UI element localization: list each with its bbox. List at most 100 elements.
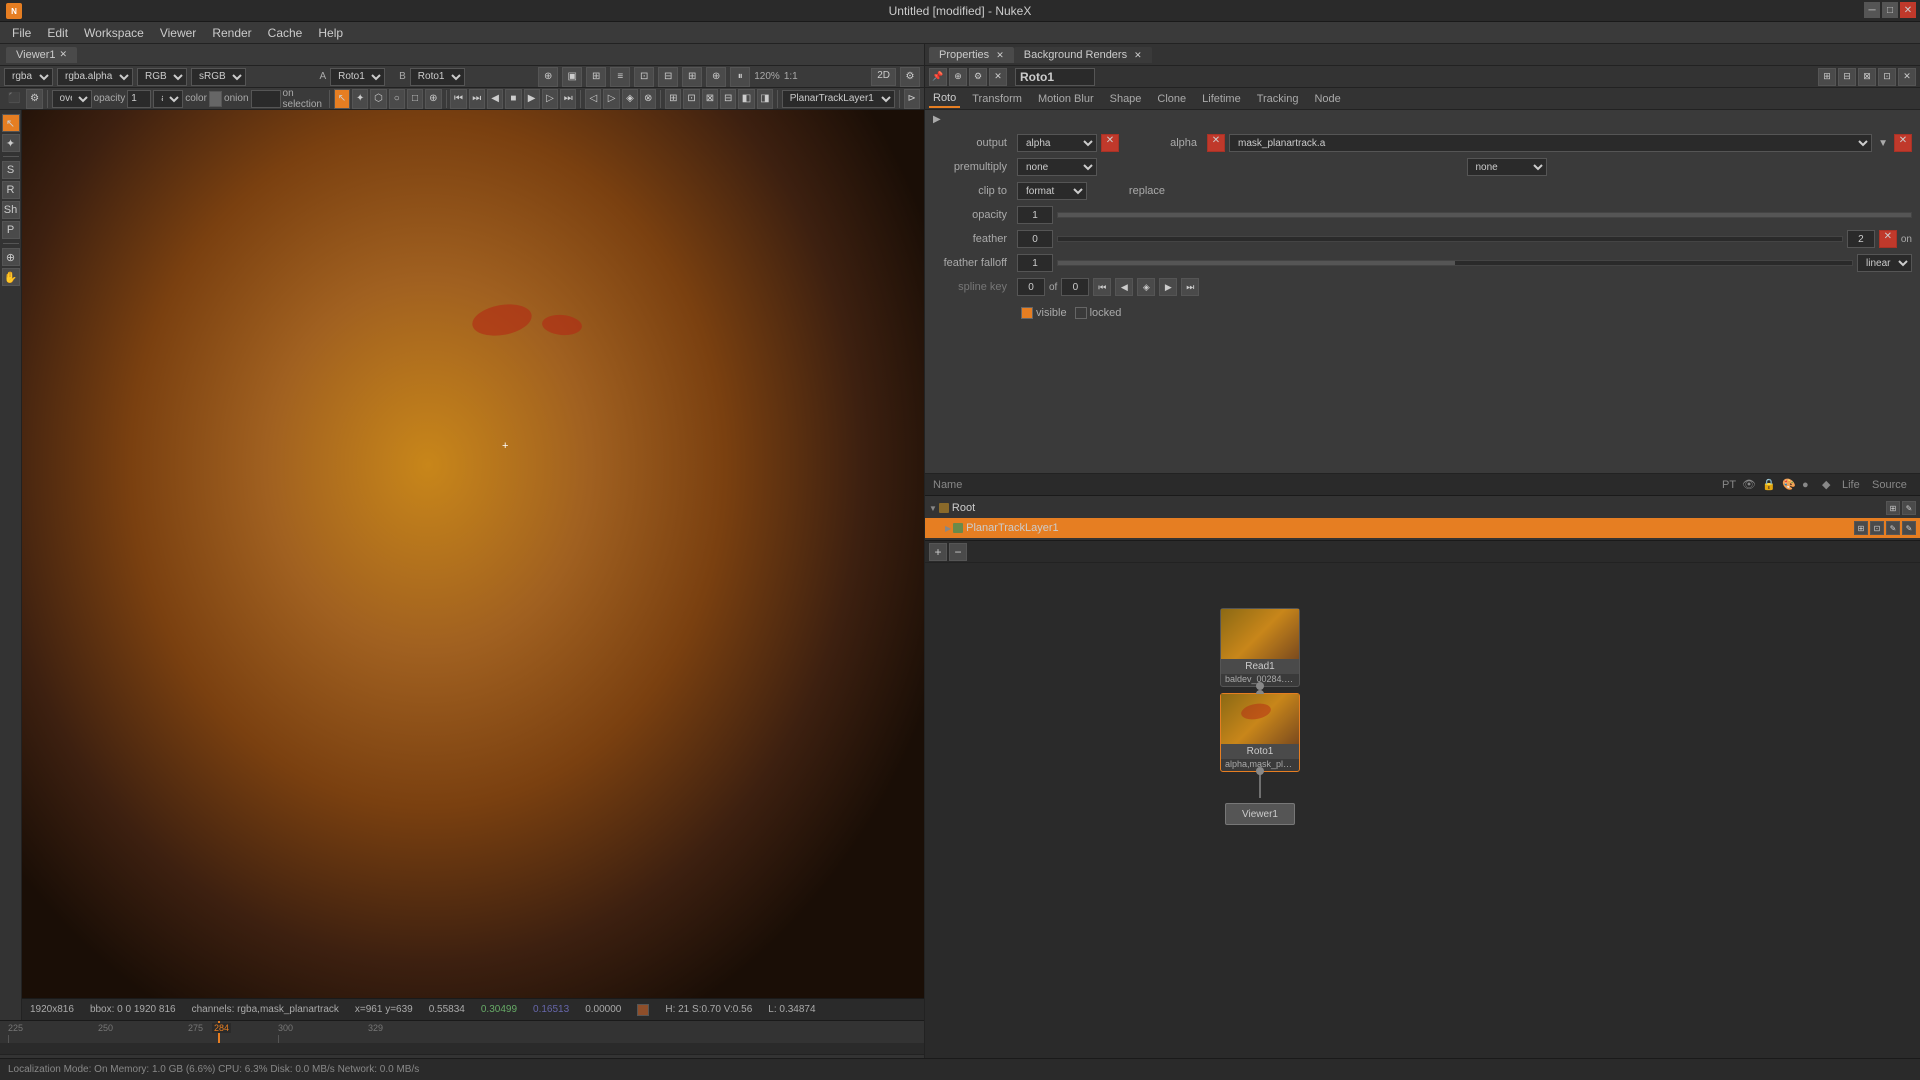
close-button[interactable]: ✕ bbox=[1900, 2, 1916, 18]
viewer-icon-8[interactable]: ⊕ bbox=[706, 67, 726, 87]
all-select[interactable]: all bbox=[153, 90, 183, 108]
roto-zoom-100[interactable]: ⊡ bbox=[683, 89, 699, 109]
premultiply-select-2[interactable]: none bbox=[1467, 158, 1547, 176]
viewer-icon-pause[interactable]: ⏸ bbox=[730, 67, 750, 87]
roto-subtab-lifetime[interactable]: Lifetime bbox=[1198, 91, 1245, 107]
tool-hand[interactable]: ✋ bbox=[2, 268, 20, 286]
tool-5[interactable]: Sh bbox=[2, 201, 20, 219]
roto-b-select[interactable]: Roto1 bbox=[410, 68, 465, 86]
roto-zoom-fit[interactable]: ⊞ bbox=[665, 89, 681, 109]
node-name-input[interactable] bbox=[1015, 68, 1095, 86]
menu-workspace[interactable]: Workspace bbox=[76, 24, 152, 42]
roto-a-select[interactable]: Roto1 bbox=[330, 68, 385, 86]
color-swatch[interactable] bbox=[209, 91, 222, 107]
props-copy[interactable]: ⊕ bbox=[949, 68, 967, 86]
roto-stop[interactable]: ■ bbox=[505, 89, 521, 109]
minimize-button[interactable]: ─ bbox=[1864, 2, 1880, 18]
roto1-node[interactable]: Roto1 alpha,mask_planartrack bbox=[1220, 693, 1300, 772]
props-icon4[interactable]: ⊡ bbox=[1878, 68, 1896, 86]
viewer-icon-7[interactable]: ⊞ bbox=[682, 67, 702, 87]
roto-zoom-50[interactable]: ⊠ bbox=[702, 89, 718, 109]
layer1-btn-2[interactable]: ⊡ bbox=[1870, 521, 1884, 535]
roto-play-fwd[interactable]: ▶ bbox=[524, 89, 540, 109]
tool-3[interactable]: S bbox=[2, 161, 20, 179]
opacity-slider[interactable] bbox=[1057, 212, 1912, 218]
alpha-channel-select[interactable]: rgba.alpha bbox=[57, 68, 133, 86]
props-tab-close[interactable]: ✕ bbox=[996, 50, 1004, 60]
layer1-btn-1[interactable]: ⊞ bbox=[1854, 521, 1868, 535]
roto-subtab-clone[interactable]: Clone bbox=[1153, 91, 1190, 107]
roto-tool-2[interactable]: ✦ bbox=[352, 89, 368, 109]
viewer-icon-4[interactable]: ≡ bbox=[610, 67, 630, 87]
props-tab-properties[interactable]: Properties ✕ bbox=[929, 47, 1014, 63]
name-del-btn[interactable]: − bbox=[949, 543, 967, 561]
roto-frame-in[interactable]: ◧ bbox=[738, 89, 754, 109]
props-gear[interactable]: ⚙ bbox=[969, 68, 987, 86]
roto-subtab-shape[interactable]: Shape bbox=[1106, 91, 1146, 107]
clip-to-select[interactable]: format bbox=[1017, 182, 1087, 200]
roto-subtab-roto[interactable]: Roto bbox=[929, 90, 960, 108]
menu-edit[interactable]: Edit bbox=[39, 24, 76, 42]
roto-subtab-tracking[interactable]: Tracking bbox=[1253, 91, 1303, 107]
alpha-x-btn[interactable]: ✕ bbox=[1207, 134, 1225, 152]
roto-frame-out[interactable]: ◨ bbox=[757, 89, 773, 109]
roto-next-key[interactable]: ▷ bbox=[603, 89, 619, 109]
tree-layer1[interactable]: ▶ PlanarTrackLayer1 ⊞ ⊡ ✎ ✎ bbox=[925, 518, 1920, 538]
expand-arrow[interactable]: ▶ bbox=[933, 114, 941, 125]
menu-viewer[interactable]: Viewer bbox=[152, 24, 204, 42]
spline-total-input[interactable] bbox=[1061, 278, 1089, 296]
roto-export[interactable]: ⊳ bbox=[904, 89, 920, 109]
roto-play-last[interactable]: ⏭ bbox=[560, 89, 576, 109]
viewer1-tab-close[interactable]: ✕ bbox=[60, 49, 68, 60]
tool-4[interactable]: R bbox=[2, 181, 20, 199]
roto-step-back[interactable]: ◀ bbox=[487, 89, 503, 109]
opacity-num-input[interactable] bbox=[1017, 206, 1053, 224]
tool-6[interactable]: P bbox=[2, 221, 20, 239]
read1-output-conn[interactable] bbox=[1256, 682, 1264, 690]
roto1-output-conn[interactable] bbox=[1256, 767, 1264, 775]
read1-node[interactable]: Read1 baldev_00284.png bbox=[1220, 608, 1300, 687]
menu-file[interactable]: File bbox=[4, 24, 39, 42]
roto-tool-clone[interactable]: ⊕ bbox=[425, 89, 441, 109]
rgba-select[interactable]: rgba bbox=[4, 68, 53, 86]
viewer-icon-6[interactable]: ⊟ bbox=[658, 67, 678, 87]
roto-subtab-transform[interactable]: Transform bbox=[968, 91, 1026, 107]
root-btn-2[interactable]: ✎ bbox=[1902, 501, 1916, 515]
menu-render[interactable]: Render bbox=[204, 24, 259, 42]
roto-tool-4[interactable]: ○ bbox=[389, 89, 405, 109]
feather-slider[interactable] bbox=[1057, 236, 1843, 242]
viewer-icon-3[interactable]: ⊞ bbox=[586, 67, 606, 87]
spline-next[interactable]: ▶ bbox=[1159, 278, 1177, 296]
props-tab-bg-renders[interactable]: Background Renders ✕ bbox=[1014, 47, 1152, 63]
roto-prev-key[interactable]: ◁ bbox=[585, 89, 601, 109]
tree-root[interactable]: ▼ Root ⊞ ✎ bbox=[925, 498, 1920, 518]
visible-checkbox[interactable] bbox=[1021, 307, 1033, 319]
roto-lock-view[interactable]: ⊟ bbox=[720, 89, 736, 109]
roto-subtab-motionblur[interactable]: Motion Blur bbox=[1034, 91, 1098, 107]
colorspace-select[interactable]: sRGB bbox=[191, 68, 246, 86]
props-close[interactable]: ✕ bbox=[989, 68, 1007, 86]
roto-del-key[interactable]: ⊗ bbox=[640, 89, 656, 109]
timeline-track[interactable] bbox=[0, 1043, 924, 1054]
viewer1-node[interactable]: Viewer1 bbox=[1225, 803, 1295, 825]
spline-prev[interactable]: ◀ bbox=[1115, 278, 1133, 296]
maximize-button[interactable]: □ bbox=[1882, 2, 1898, 18]
feather-x-btn[interactable]: ✕ bbox=[1879, 230, 1897, 248]
roto-tool-5[interactable]: □ bbox=[407, 89, 423, 109]
output-select[interactable]: alpha bbox=[1017, 134, 1097, 152]
props-icon1[interactable]: ⊞ bbox=[1818, 68, 1836, 86]
roto-tool-select[interactable]: ↖ bbox=[334, 89, 350, 109]
layer1-btn-4[interactable]: ✎ bbox=[1902, 521, 1916, 535]
viewer-icon-5[interactable]: ⊡ bbox=[634, 67, 654, 87]
composite-select[interactable]: over bbox=[52, 90, 92, 108]
spline-add[interactable]: ◈ bbox=[1137, 278, 1155, 296]
rgb-select[interactable]: RGB bbox=[137, 68, 187, 86]
mask-select[interactable]: mask_planartrack.a bbox=[1229, 134, 1872, 152]
spline-first[interactable]: ⏮ bbox=[1093, 278, 1111, 296]
viewer1-tab[interactable]: Viewer1 ✕ bbox=[6, 47, 77, 63]
output-x-btn[interactable]: ✕ bbox=[1101, 134, 1119, 152]
feather-num-input[interactable] bbox=[1017, 230, 1053, 248]
mode-2d-button[interactable]: 2D bbox=[871, 68, 896, 86]
spline-key-input[interactable] bbox=[1017, 278, 1045, 296]
roto-play-back[interactable]: ⏭ bbox=[469, 89, 485, 109]
